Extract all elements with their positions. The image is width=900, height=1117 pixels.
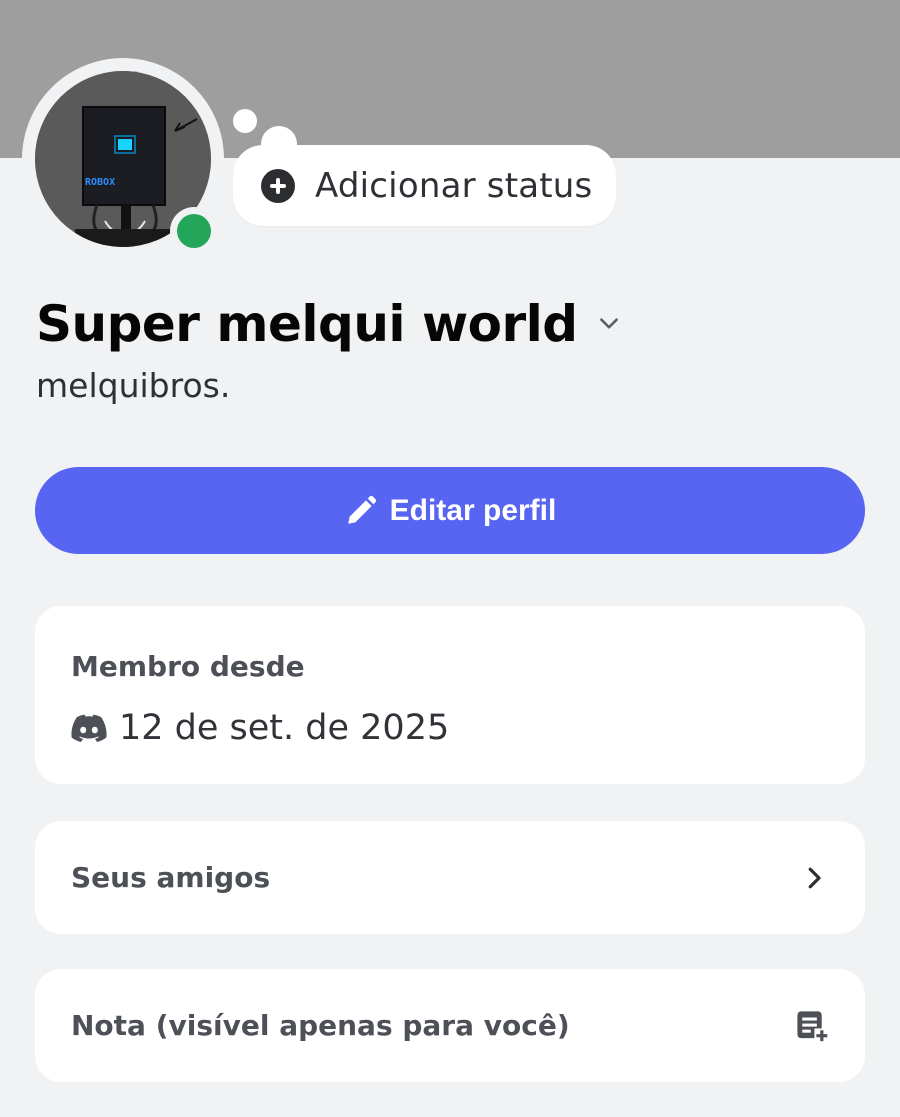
- display-name: Super melqui world: [36, 295, 578, 353]
- add-circle-icon: [261, 168, 295, 203]
- chevron-down-icon[interactable]: [596, 311, 622, 337]
- edit-profile-button[interactable]: Editar perfil: [35, 467, 865, 554]
- online-status-dot: [177, 214, 211, 248]
- note-label: Nota (visível apenas para você): [71, 1009, 570, 1042]
- discord-icon: [71, 714, 107, 742]
- chevron-right-icon: [808, 867, 821, 888]
- presence-indicator: [170, 207, 218, 255]
- note-row[interactable]: Nota (visível apenas para você): [35, 969, 865, 1082]
- status-bubble-small: [233, 109, 257, 133]
- member-since-title: Membro desde: [71, 650, 305, 683]
- member-since-row: 12 de set. de 2025: [71, 708, 449, 748]
- add-status-button[interactable]: Adicionar status: [233, 145, 616, 226]
- edit-profile-label: Editar perfil: [389, 493, 557, 527]
- pencil-icon: [347, 495, 376, 524]
- member-since-date: 12 de set. de 2025: [119, 708, 450, 748]
- member-since-card: Membro desde 12 de set. de 2025: [35, 606, 865, 784]
- friends-row[interactable]: Seus amigos: [35, 821, 865, 934]
- friends-label: Seus amigos: [71, 861, 271, 894]
- display-name-row[interactable]: Super melqui world: [36, 292, 622, 356]
- note-add-icon[interactable]: [795, 1009, 829, 1043]
- add-status-label: Adicionar status: [315, 165, 593, 206]
- username: melquibros.: [36, 366, 231, 405]
- avatar-logo-text: ROBOX: [85, 177, 115, 188]
